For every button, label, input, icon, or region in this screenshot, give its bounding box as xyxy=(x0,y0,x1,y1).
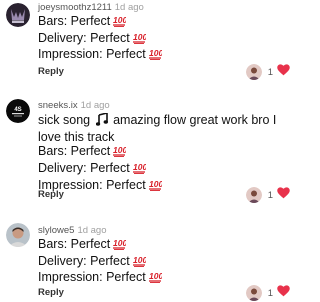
like-count: 1 xyxy=(267,189,273,201)
comment-item: joeysmoothz1211 1d ago Bars: Perfect 100 D… xyxy=(0,0,300,86)
comment-meta: joeysmoothz1211 1d ago xyxy=(38,2,144,13)
hundred-points-emoji: 100 xyxy=(113,238,128,254)
timestamp: 1d ago xyxy=(114,2,144,13)
comment-line: Bars: Perfect 100 xyxy=(38,14,286,31)
comment-line: Bars: Perfect 100 xyxy=(38,237,286,254)
comment-line: Bars: Perfect 100 xyxy=(38,144,286,161)
comment-line: Delivery: Perfect 100 xyxy=(38,161,286,178)
svg-text:100: 100 xyxy=(133,162,146,172)
comment-meta: slylowe5 1d ago xyxy=(38,225,107,236)
comment-text: Bars: Perfect 100 Delivery: Perfect 100 Im… xyxy=(38,237,286,287)
user-avatar[interactable]: 4S xyxy=(6,99,30,123)
liker-avatar[interactable] xyxy=(245,64,262,80)
comment-line: sick song amazing flow great work bro I … xyxy=(38,111,277,144)
timestamp: 1d ago xyxy=(80,100,110,111)
svg-text:100: 100 xyxy=(133,255,146,265)
user-avatar[interactable] xyxy=(6,3,30,27)
svg-text:100: 100 xyxy=(113,145,126,155)
like-group: 1 xyxy=(245,186,290,204)
hundred-points-emoji: 100 xyxy=(132,32,147,48)
username[interactable]: sneeks.ix xyxy=(38,100,78,111)
username[interactable]: joeysmoothz1211 xyxy=(38,2,112,13)
hundred-points-emoji: 100 xyxy=(148,48,163,64)
svg-text:100: 100 xyxy=(133,32,146,42)
svg-text:100: 100 xyxy=(149,271,162,281)
like-count: 1 xyxy=(267,287,273,299)
comment-line: Impression: Perfect 100 xyxy=(38,47,286,64)
reply-button[interactable]: Reply xyxy=(38,66,64,77)
comment-line: Delivery: Perfect 100 xyxy=(38,31,286,48)
svg-text:100: 100 xyxy=(113,238,126,248)
like-group: 1 xyxy=(245,284,290,302)
reply-button[interactable]: Reply xyxy=(38,189,64,200)
hundred-points-emoji: 100 xyxy=(132,162,147,178)
reply-button[interactable]: Reply xyxy=(38,287,64,298)
comment-text: Bars: Perfect 100 Delivery: Perfect 100 Im… xyxy=(38,14,286,64)
musical-note-emoji xyxy=(95,111,108,130)
comment-item: 4S sneeks.ix 1d ago sick song amazing flo… xyxy=(0,96,300,204)
hundred-points-emoji: 100 xyxy=(113,145,128,161)
hundred-points-emoji: 100 xyxy=(148,179,163,195)
comment-item: slylowe5 1d ago Bars: Perfect 100 Delivery… xyxy=(0,220,300,302)
hundred-points-emoji: 100 xyxy=(148,271,163,287)
svg-text:100: 100 xyxy=(113,15,126,25)
like-group: 1 xyxy=(245,63,290,81)
timestamp: 1d ago xyxy=(77,225,107,236)
heart-icon[interactable] xyxy=(277,63,290,81)
hundred-points-emoji: 100 xyxy=(113,15,128,31)
liker-avatar[interactable] xyxy=(245,187,262,203)
comment-text: sick song amazing flow great work bro I … xyxy=(38,111,286,195)
svg-text:4S: 4S xyxy=(14,107,21,113)
svg-text:100: 100 xyxy=(149,179,162,189)
hundred-points-emoji: 100 xyxy=(132,255,147,271)
comment-meta: sneeks.ix 1d ago xyxy=(38,100,110,111)
user-avatar[interactable] xyxy=(6,223,30,247)
liker-avatar[interactable] xyxy=(245,285,262,301)
heart-icon[interactable] xyxy=(277,284,290,302)
comment-line: Delivery: Perfect 100 xyxy=(38,254,286,271)
like-count: 1 xyxy=(267,66,273,78)
heart-icon[interactable] xyxy=(277,186,290,204)
svg-text:100: 100 xyxy=(149,48,162,58)
username[interactable]: slylowe5 xyxy=(38,225,74,236)
